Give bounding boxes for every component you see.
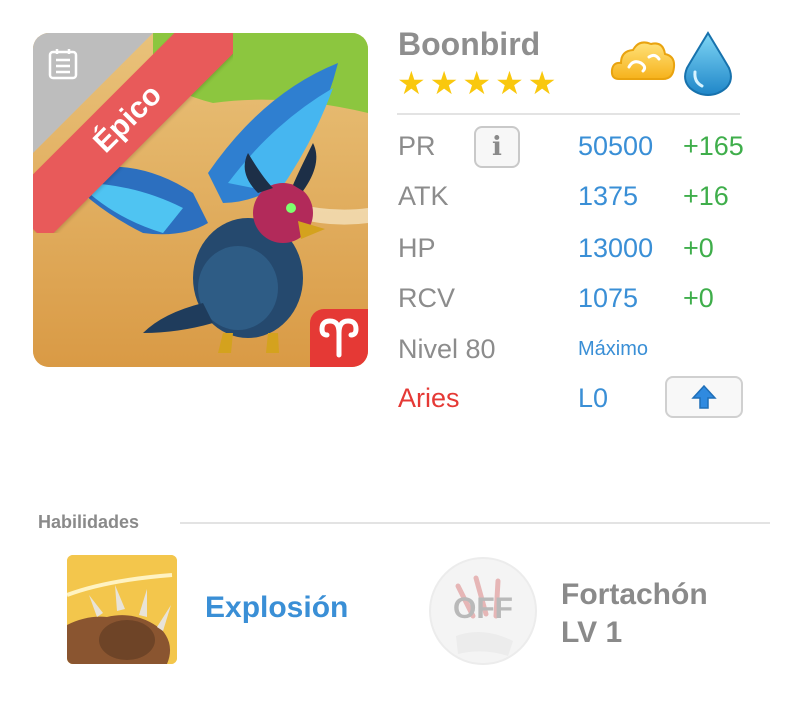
aries-icon bbox=[319, 318, 359, 358]
stat-bonus-rcv: +0 bbox=[683, 283, 714, 313]
stat-bonus-hp: +0 bbox=[683, 233, 714, 263]
skill-strongman-name[interactable]: Fortachón LV 1 bbox=[561, 576, 708, 652]
abilities-divider bbox=[180, 522, 770, 524]
water-element-icon bbox=[684, 31, 732, 96]
stat-value-atk: 1375 bbox=[578, 181, 639, 211]
skill-explosion-name[interactable]: Explosión bbox=[205, 591, 348, 625]
star-icon: ★ bbox=[527, 65, 557, 101]
abilities-section-title: Habilidades bbox=[38, 512, 140, 532]
stat-label-rcv: RCV bbox=[398, 283, 456, 313]
skill-explosion-icon[interactable] bbox=[67, 555, 177, 664]
star-icon: ★ bbox=[462, 65, 492, 101]
stat-label-hp: HP bbox=[398, 233, 436, 263]
stat-bonus-atk: +16 bbox=[683, 181, 729, 211]
aries-sign-badge bbox=[310, 309, 368, 367]
arrow-up-icon bbox=[691, 384, 717, 409]
skill-strongman-title: Fortachón bbox=[561, 578, 708, 611]
sign-label: Aries bbox=[398, 383, 460, 413]
monster-name: Boonbird bbox=[398, 26, 541, 62]
rarity-label: Épico bbox=[33, 33, 233, 233]
rarity-ribbon: Épico bbox=[33, 33, 233, 233]
sign-upgrade-button[interactable] bbox=[665, 376, 743, 418]
stat-value-hp: 13000 bbox=[578, 233, 654, 263]
header-divider bbox=[397, 113, 740, 115]
monster-portrait[interactable]: Épico bbox=[33, 33, 368, 367]
info-button[interactable]: i bbox=[474, 126, 520, 168]
level-status: Máximo bbox=[578, 338, 649, 360]
cloud-element-icon bbox=[610, 41, 676, 80]
level-label: Nivel 80 bbox=[398, 334, 496, 364]
star-rating: ★ ★ ★ ★ ★ bbox=[397, 66, 556, 100]
stat-value-rcv: 1075 bbox=[578, 283, 639, 313]
star-icon: ★ bbox=[495, 65, 524, 101]
skill-strongman-level: LV 1 bbox=[561, 616, 623, 649]
info-icon: i bbox=[492, 132, 502, 162]
stat-label-pr: PR bbox=[398, 131, 436, 161]
star-icon: ★ bbox=[397, 65, 426, 101]
star-icon: ★ bbox=[429, 65, 459, 101]
skill-off-label: OFF bbox=[453, 592, 513, 625]
stat-value-pr: 50500 bbox=[578, 131, 654, 161]
claw-icon bbox=[67, 555, 177, 664]
stat-bonus-pr: +165 bbox=[683, 131, 744, 161]
sign-level: L0 bbox=[578, 383, 609, 413]
stat-label-atk: ATK bbox=[398, 181, 449, 211]
